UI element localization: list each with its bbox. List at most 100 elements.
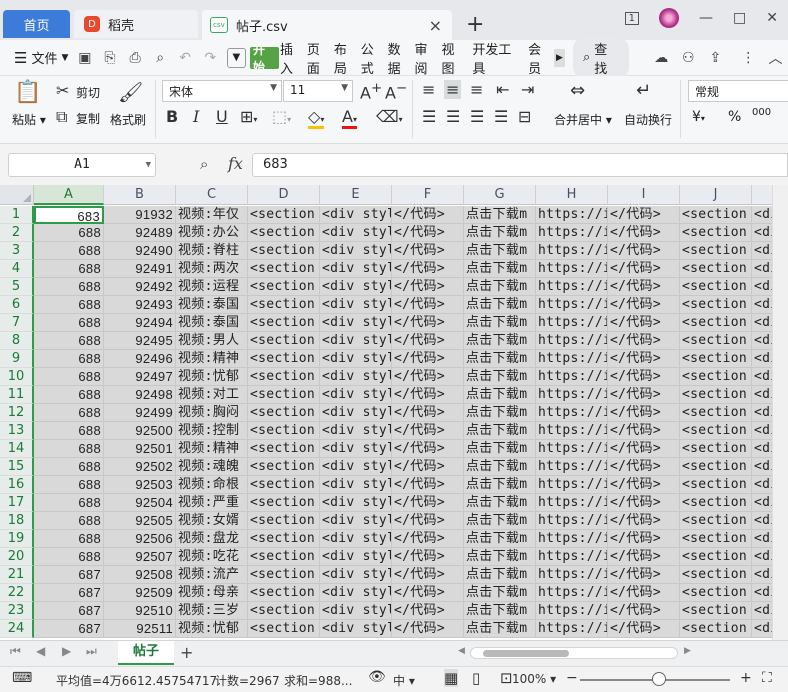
cell[interactable]: </代码> (392, 242, 464, 260)
cell[interactable]: 点击下载m (464, 602, 536, 620)
cell[interactable]: https://i (536, 296, 608, 314)
cell[interactable]: <div styl (320, 242, 392, 260)
cell[interactable]: </代码> (608, 404, 680, 422)
cell[interactable]: </代码> (608, 278, 680, 296)
decrease-indent-icon[interactable]: ⇤ (496, 80, 509, 99)
cell[interactable]: 92493 (104, 296, 176, 314)
cell[interactable]: </代码> (608, 602, 680, 620)
cell[interactable]: 92502 (104, 458, 176, 476)
cell[interactable]: 92503 (104, 476, 176, 494)
cell[interactable]: </代码> (608, 458, 680, 476)
zoom-lookup-icon[interactable]: ⌕ (200, 155, 208, 173)
cell[interactable]: 点击下载m (464, 494, 536, 512)
cell[interactable]: 点击下载m (464, 242, 536, 260)
cell[interactable]: <div styl (320, 260, 392, 278)
cell[interactable]: <section (680, 296, 752, 314)
cell[interactable]: 点击下载m (464, 386, 536, 404)
cell[interactable]: <section (248, 314, 320, 332)
align-right-icon[interactable]: ☰ (470, 107, 484, 126)
cell[interactable]: https://i (536, 224, 608, 242)
cell[interactable]: https://i (536, 386, 608, 404)
cell[interactable]: </代码> (608, 206, 680, 224)
row-header[interactable]: 13 (0, 422, 34, 440)
collapse-ribbon-icon[interactable]: ︿ (765, 47, 786, 69)
cell[interactable]: <section (248, 224, 320, 242)
cell[interactable]: <section (680, 494, 752, 512)
cell[interactable]: https://i (536, 584, 608, 602)
cell[interactable]: 视频:泰国 (176, 296, 248, 314)
file-menu[interactable]: ☰ 文件 ▼ (10, 46, 72, 70)
cell[interactable]: <section (248, 548, 320, 566)
cell[interactable]: <section (248, 440, 320, 458)
cell[interactable]: <section (680, 242, 752, 260)
cell[interactable]: 点击下载m (464, 422, 536, 440)
cell[interactable]: 点击下载m (464, 458, 536, 476)
cell[interactable]: 92489 (104, 224, 176, 242)
undo-icon[interactable]: ↶ (175, 47, 196, 69)
cell[interactable]: <div styl (320, 386, 392, 404)
share-icon[interactable]: ⇪ (705, 47, 726, 69)
zoom-out-button[interactable]: − (566, 670, 578, 686)
cell[interactable]: </代码> (608, 314, 680, 332)
save-icon[interactable]: ▣ (74, 47, 95, 69)
cell[interactable]: <div styl (320, 548, 392, 566)
cell[interactable]: <section (680, 440, 752, 458)
cell[interactable]: </代码> (392, 476, 464, 494)
row-header[interactable]: 10 (0, 368, 34, 386)
cell[interactable]: 688 (34, 386, 104, 404)
cell[interactable]: </代码> (608, 350, 680, 368)
cell[interactable]: https://i (536, 404, 608, 422)
more-icon[interactable]: ⋮ (738, 47, 759, 69)
column-header-g[interactable]: G (464, 185, 536, 205)
page-break-icon[interactable]: ⊡ (500, 669, 513, 687)
zoom-level[interactable]: 100% ▾ (512, 672, 556, 686)
row-header[interactable]: 9 (0, 350, 34, 368)
vertical-scrollbar[interactable] (772, 185, 788, 640)
italic-button[interactable]: I (193, 107, 199, 126)
cell[interactable]: https://i (536, 566, 608, 584)
cell[interactable]: <section (680, 422, 752, 440)
row-header[interactable]: 6 (0, 296, 34, 314)
cell[interactable]: 688 (34, 296, 104, 314)
cell[interactable]: https://i (536, 350, 608, 368)
cell[interactable]: 视频:脊柱 (176, 242, 248, 260)
cell[interactable]: 视频:盘龙 (176, 530, 248, 548)
align-top-icon[interactable]: ≡ (422, 80, 435, 99)
cell[interactable]: </代码> (608, 620, 680, 638)
paste-icon[interactable]: 📋 (14, 80, 41, 105)
cell[interactable]: <div styl (320, 476, 392, 494)
cell[interactable]: </代码> (392, 584, 464, 602)
next-sheet-icon[interactable]: ▶ (62, 644, 71, 658)
cell[interactable]: <div styl (320, 530, 392, 548)
cell[interactable]: 视频:胸闷 (176, 404, 248, 422)
cut-button[interactable]: 剪切 (76, 84, 100, 101)
align-left-icon[interactable]: ☰ (422, 107, 436, 126)
cell[interactable]: </代码> (608, 548, 680, 566)
cell[interactable]: 688 (34, 512, 104, 530)
cell[interactable]: 688 (34, 548, 104, 566)
cell[interactable]: 视频:吃花 (176, 548, 248, 566)
row-header[interactable]: 16 (0, 476, 34, 494)
cell[interactable]: 视频:精神 (176, 350, 248, 368)
row-header[interactable]: 12 (0, 404, 34, 422)
cell[interactable]: 视频:泰国 (176, 314, 248, 332)
cell[interactable]: </代码> (608, 422, 680, 440)
cell[interactable]: 点击下载m (464, 620, 536, 638)
cell[interactable]: 视频:忧郁 (176, 620, 248, 638)
chevron-right-icon[interactable]: ▶ (554, 48, 565, 67)
cell[interactable]: 688 (34, 332, 104, 350)
cell[interactable]: <div styl (320, 404, 392, 422)
column-header-h[interactable]: H (536, 185, 608, 205)
cell[interactable]: <section (680, 368, 752, 386)
cell[interactable]: 点击下载m (464, 350, 536, 368)
column-header-j[interactable]: J (680, 185, 752, 205)
cell[interactable]: <div styl (320, 458, 392, 476)
cell[interactable]: <section (680, 548, 752, 566)
cell[interactable]: <section (248, 494, 320, 512)
cell[interactable]: 92500 (104, 422, 176, 440)
cell[interactable]: <section (248, 530, 320, 548)
cell[interactable]: </代码> (392, 530, 464, 548)
cell[interactable]: </代码> (608, 242, 680, 260)
align-center-icon[interactable]: ☰ (446, 107, 460, 126)
quick-access-dropdown[interactable]: ▼ (226, 47, 246, 68)
